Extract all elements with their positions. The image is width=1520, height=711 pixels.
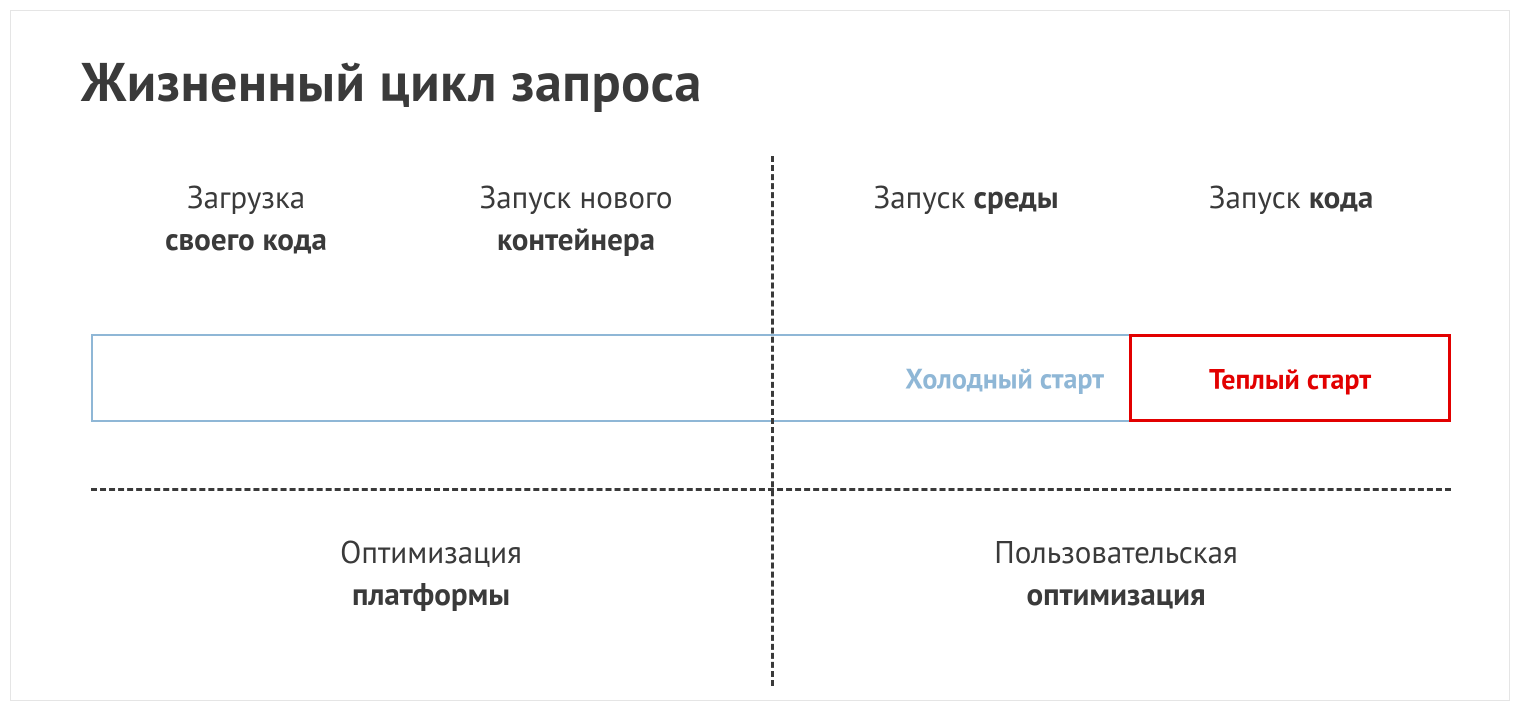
cold-start-segment: Холодный старт <box>91 334 1131 422</box>
optimization-platform: Оптимизация платформы <box>91 531 771 615</box>
stage-start-code: Запуск кода <box>1151 176 1431 218</box>
optimization-platform-line1: Оптимизация <box>91 531 771 573</box>
optimization-user: Пользовательская оптимизация <box>781 531 1451 615</box>
stage-new-container-line1: Запуск нового <box>411 176 741 218</box>
stage-new-container-line2: контейнера <box>411 218 741 260</box>
warm-start-segment: Теплый старт <box>1129 334 1451 422</box>
vertical-divider <box>771 156 774 686</box>
cold-start-label: Холодный старт <box>905 360 1104 397</box>
warm-start-label: Теплый старт <box>1209 360 1371 397</box>
diagram-title: Жизненный цикл запроса <box>81 46 702 116</box>
stage-start-env-line2: среды <box>974 176 1059 217</box>
stage-start-env-line1: Запуск <box>873 176 973 217</box>
stage-load-code-line1: Загрузка <box>106 176 386 218</box>
optimization-user-line2: оптимизация <box>781 573 1451 615</box>
stage-start-code-line2: кода <box>1309 176 1373 217</box>
stage-load-code-line2: своего кода <box>106 218 386 260</box>
stage-new-container: Запуск нового контейнера <box>411 176 741 260</box>
diagram-frame: Жизненный цикл запроса Загрузка своего к… <box>10 10 1510 701</box>
stage-start-env: Запуск среды <box>821 176 1111 218</box>
optimization-platform-line2: платформы <box>91 573 771 615</box>
stage-start-code-line1: Запуск <box>1209 176 1309 217</box>
stage-load-code: Загрузка своего кода <box>106 176 386 260</box>
optimization-user-line1: Пользовательская <box>781 531 1451 573</box>
horizontal-divider <box>91 488 1451 491</box>
